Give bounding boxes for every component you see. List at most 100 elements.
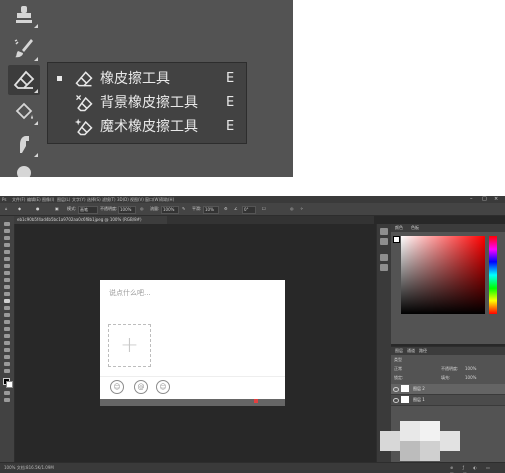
color-field[interactable] [401,236,485,314]
smoothing-label: 平滑: [192,206,202,211]
tab-color[interactable]: 颜色 [395,225,403,231]
menu-item-magic-eraser[interactable]: 魔术橡皮擦工具 E [48,115,246,139]
filter-kind-select[interactable]: 类型 [394,357,402,363]
healing-tool-icon[interactable] [4,271,10,275]
airbrush-icon[interactable]: ✎ [182,206,185,212]
eraser-preset-icon[interactable]: ◆ [18,206,21,212]
stamp-tool[interactable] [8,0,40,30]
path-select-tool-icon[interactable] [4,341,10,345]
color-panel-swatch[interactable] [393,236,400,243]
paint-bucket-icon [15,102,33,120]
maximize-icon[interactable]: □ [482,196,487,203]
blend-mode-select[interactable]: 正常 [394,366,402,372]
brush-panel-icon[interactable]: ▣ [55,206,59,212]
brush-size-icon[interactable]: ● [36,206,40,212]
menu-layer[interactable]: 图层(L) [57,197,70,202]
screen-mode-icon[interactable] [4,398,10,402]
properties-panel-icon[interactable] [380,238,388,245]
hue-slider[interactable] [489,236,497,314]
more-tools-icon[interactable] [4,369,10,373]
blur-tool-icon[interactable] [4,313,10,317]
erase-to-history-icon[interactable]: ☐ [262,206,266,212]
tab-channels[interactable]: 通道 [407,348,415,354]
menu-edit[interactable]: 编辑(E) [27,197,41,202]
menu-file[interactable]: 文件(F) [12,197,25,202]
tab-swatches[interactable]: 色板 [411,225,419,231]
history-brush-tool[interactable] [8,33,40,63]
menu-select[interactable]: 选择(S) [87,197,101,202]
document-canvas[interactable]: 说点什么吧... + ☺ @ ☺ [100,280,285,406]
menu-3d[interactable]: 3D(D) [117,197,129,202]
flow-input[interactable]: 100% [161,206,179,214]
eraser-tool-icon[interactable] [4,299,10,303]
brush-settings-icon[interactable] [380,254,388,261]
history-panel-icon[interactable] [380,228,388,235]
zoom-tool-icon[interactable] [4,362,10,366]
pen-tool-icon[interactable] [4,327,10,331]
frame-tool-icon[interactable] [4,257,10,261]
lock-label: 锁定: [394,375,404,380]
marquee-tool-icon[interactable] [4,229,10,233]
menu-filter[interactable]: 滤镜(T) [102,197,116,202]
dodge-tool[interactable] [8,160,40,177]
smoothing-settings-icon[interactable]: ⚙ [224,206,228,212]
move-tool-icon[interactable] [4,222,10,226]
history-brush-tool-icon[interactable] [4,292,10,296]
symmetry-icon[interactable]: ✧ [300,206,303,212]
quick-select-tool-icon[interactable] [4,243,10,247]
eraser-flyout-menu: 橡皮擦工具 E 背景橡皮擦工具 E 魔术橡皮擦工具 E [47,62,247,144]
fill-input[interactable]: 100% [465,375,476,381]
eraser-icon [13,70,35,89]
menu-item-background-eraser[interactable]: 背景橡皮擦工具 E [48,91,246,115]
smoothing-input[interactable]: 10% [203,206,219,214]
smoothing-value: 10% [205,207,214,212]
background-color-swatch[interactable] [6,381,13,388]
eraser-tool[interactable] [8,65,40,95]
eyedropper-tool-icon[interactable] [4,264,10,268]
gradient-tool-icon[interactable] [4,306,10,310]
eye-icon[interactable] [393,398,399,403]
smudge-tool[interactable] [8,129,40,159]
mode-select[interactable]: 画笔 [78,206,98,214]
dodge-tool-icon[interactable] [4,320,10,324]
adjustments-icon[interactable] [380,264,388,271]
layer-row[interactable]: 图层 2 [391,384,505,395]
home-icon[interactable]: ⌂ [5,206,8,212]
paint-bucket-tool[interactable] [8,97,40,127]
tab-paths[interactable]: 路径 [419,348,427,354]
canvas-area[interactable]: 说点什么吧... + ☺ @ ☺ [15,224,374,462]
menu-help[interactable]: 帮助(H) [160,197,174,202]
status-text: 100% 文档:816.5K/1.09M [4,465,54,470]
menu-image[interactable]: 图像(I) [42,197,54,202]
menu-view[interactable]: 视图(V) [130,197,144,202]
minimize-icon[interactable]: – [470,196,473,203]
menu-bar: Ps 文件(F) 编辑(E) 图像(I) 图层(L) 文字(Y) 选择(S) 滤… [0,196,505,203]
toolbar [0,0,48,177]
background-eraser-icon [76,95,93,112]
menu-item-eraser[interactable]: 橡皮擦工具 E [48,67,246,91]
angle-input[interactable]: 0° [242,206,256,214]
close-icon[interactable]: × [494,196,498,203]
pressure-opacity-icon[interactable]: ◎ [140,206,144,212]
stamp-tool-icon[interactable] [4,285,10,289]
crop-tool-icon[interactable] [4,250,10,254]
shape-tool-icon[interactable] [4,348,10,352]
comment-placeholder-text: 说点什么吧... [109,289,151,297]
layer-row[interactable]: 图层 1 [391,395,505,406]
menu-item-label: 背景橡皮擦工具 [100,95,198,111]
lasso-tool-icon[interactable] [4,236,10,240]
pressure-size-icon[interactable]: ◎ [290,206,294,212]
type-tool-icon[interactable] [4,334,10,338]
layer-actions-icons[interactable]: ⊕ ƒ ◐ ▭ ▣ ▦ [450,465,505,473]
menu-type[interactable]: 文字(Y) [72,197,86,202]
quick-mask-icon[interactable] [4,391,10,395]
emoji-icon: ☺ [110,380,124,394]
menu-window[interactable]: 窗口(W) [145,197,160,202]
hand-tool-icon[interactable] [4,355,10,359]
layer-opacity-input[interactable]: 100% [465,366,476,372]
eye-icon[interactable] [393,387,399,392]
tab-layers[interactable]: 图层 [395,348,403,354]
opacity-input[interactable]: 100% [118,206,136,214]
document-tab[interactable]: eb1c90b5f4ad4b5bc1a9702aa0c6f8b1jpeg @ 1… [14,216,167,224]
brush-tool-icon[interactable] [4,278,10,282]
